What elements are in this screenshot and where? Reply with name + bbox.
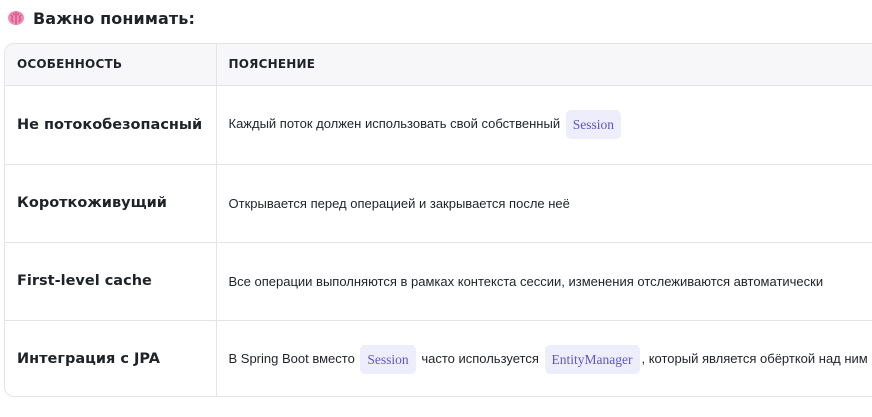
explanation-text: Открывается перед операцией и закрываетс…	[228, 195, 570, 211]
feature-cell: Интеграция с JPA	[5, 320, 217, 396]
feature-cell: First-level cache	[5, 242, 217, 321]
explanation-cell: Открывается перед операцией и закрываетс…	[216, 164, 872, 243]
explanation-text: , который является обёрткой над ним	[641, 350, 868, 366]
code-entitymanager: EntityManager	[544, 344, 640, 374]
feature-cell: Не потокобезопасный	[5, 85, 217, 165]
table-row: First-level cache Все операции выполняют…	[5, 242, 872, 321]
explanation-text: Все операции выполняются в рамках контек…	[228, 273, 824, 289]
feature-cell: Короткоживущий	[5, 164, 217, 243]
explanation-cell: Каждый поток должен использовать свой со…	[216, 85, 872, 165]
code-session: Session	[565, 110, 621, 139]
code-session: Session	[360, 344, 416, 374]
features-table: ОСОБЕННОСТЬ ПОЯСНЕНИЕ Не потокобезопасны…	[4, 43, 872, 397]
explanation-text: Каждый поток должен использовать свой со…	[228, 115, 561, 131]
table-header-row: ОСОБЕННОСТЬ ПОЯСНЕНИЕ	[5, 44, 872, 86]
table-row: Не потокобезопасный Каждый поток должен …	[5, 85, 872, 165]
column-header-explanation: ПОЯСНЕНИЕ	[216, 44, 872, 86]
explanation-text: В Spring Boot вместо	[228, 350, 355, 366]
section-heading: Важно понимать:	[7, 6, 195, 30]
brain-icon	[7, 9, 25, 27]
table-row: Интеграция с JPA В Spring Boot вместо Se…	[5, 320, 872, 396]
section-title: Важно понимать:	[33, 8, 196, 28]
explanation-cell: В Spring Boot вместо Session часто испол…	[216, 320, 872, 396]
explanation-cell: Все операции выполняются в рамках контек…	[216, 242, 872, 321]
column-header-feature: ОСОБЕННОСТЬ	[5, 44, 217, 86]
table-row: Короткоживущий Открывается перед операци…	[5, 164, 872, 243]
explanation-text: часто используется	[421, 350, 539, 366]
